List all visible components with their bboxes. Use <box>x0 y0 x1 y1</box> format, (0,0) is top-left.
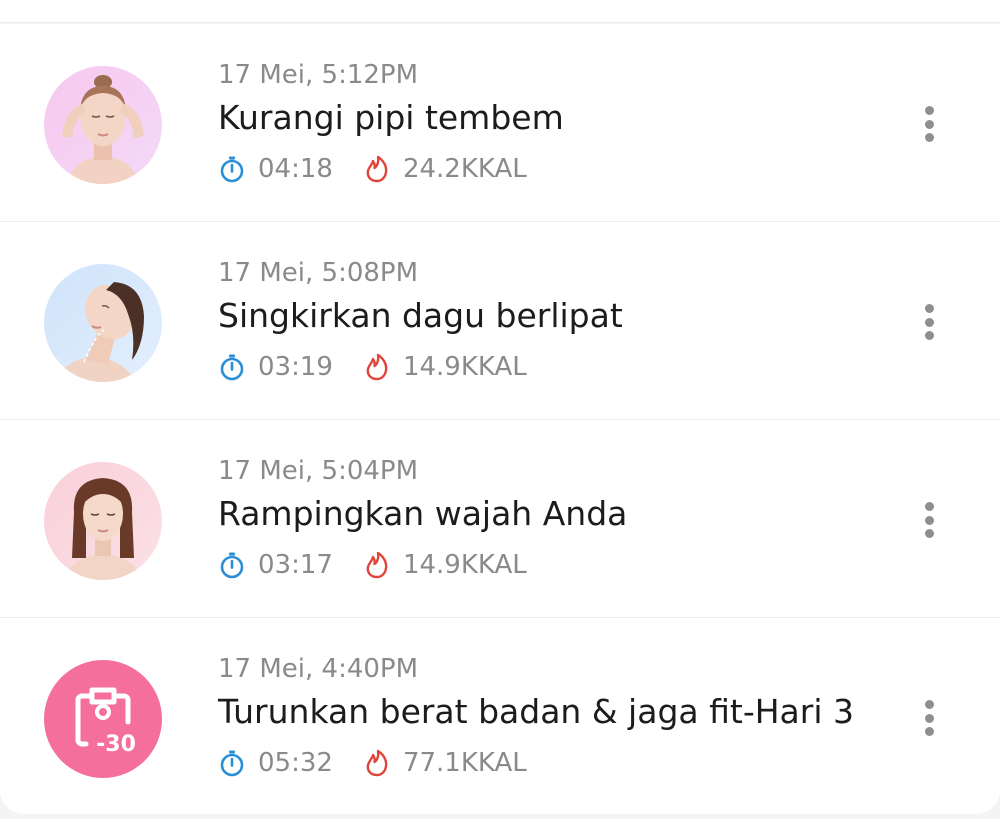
more-options-button[interactable] <box>914 500 944 540</box>
dot <box>924 119 934 129</box>
duration-stat: 04:18 <box>218 154 333 184</box>
flame-icon <box>363 551 391 579</box>
duration-value: 04:18 <box>258 154 333 184</box>
history-screen: 17 Mei, 5:12PM Kurangi pipi tembem 04:18… <box>0 0 1000 819</box>
duration-value: 05:32 <box>258 748 333 778</box>
item-date: 17 Mei, 5:04PM <box>218 456 419 486</box>
previous-item-edge <box>0 0 1000 23</box>
history-item[interactable]: 17 Mei, 5:08PM Singkirkan dagu berlipat … <box>0 222 1000 420</box>
calories-value: 77.1KKAL <box>402 748 527 778</box>
history-item[interactable]: -30 17 Mei, 4:40PM Turunkan berat badan … <box>0 618 1000 814</box>
stopwatch-icon <box>218 353 246 381</box>
item-date: 17 Mei, 5:12PM <box>218 60 419 90</box>
chin-lift-thumbnail <box>44 264 162 382</box>
calories-stat: 14.9KKAL <box>363 550 527 580</box>
face-slim-thumbnail <box>44 462 162 580</box>
dot <box>924 317 934 327</box>
item-title: Singkirkan dagu berlipat <box>218 296 623 335</box>
dot <box>924 331 934 340</box>
dot <box>924 727 934 736</box>
stopwatch-icon <box>218 551 246 579</box>
workout-history-list: 17 Mei, 5:12PM Kurangi pipi tembem 04:18… <box>0 24 1000 814</box>
flame-icon <box>363 749 391 777</box>
stopwatch-icon <box>218 749 246 777</box>
more-options-button[interactable] <box>914 302 944 342</box>
calories-value: 14.9KKAL <box>402 550 527 580</box>
duration-stat: 03:17 <box>218 550 333 580</box>
face-massage-thumbnail <box>44 66 162 184</box>
item-stats: 03:17 14.9KKAL <box>218 548 880 582</box>
item-title: Kurangi pipi tembem <box>218 98 564 137</box>
history-item[interactable]: 17 Mei, 5:12PM Kurangi pipi tembem 04:18… <box>0 24 1000 222</box>
badge-label: -30 <box>96 732 136 757</box>
clipboard-30-icon: -30 <box>44 660 162 778</box>
dot <box>924 304 934 313</box>
calories-stat: 77.1KKAL <box>363 748 527 778</box>
item-date: 17 Mei, 5:08PM <box>218 258 419 288</box>
calories-value: 24.2KKAL <box>402 154 527 184</box>
calories-stat: 14.9KKAL <box>363 352 527 382</box>
item-stats: 03:19 14.9KKAL <box>218 350 880 384</box>
calories-stat: 24.2KKAL <box>363 154 527 184</box>
stopwatch-icon <box>218 155 246 183</box>
item-stats: 04:18 24.2KKAL <box>218 152 880 186</box>
duration-value: 03:19 <box>258 352 333 382</box>
duration-value: 03:17 <box>258 550 333 580</box>
dot <box>924 106 934 115</box>
duration-stat: 03:19 <box>218 352 333 382</box>
item-title: Turunkan berat badan & jaga fit-Hari 3 <box>218 692 854 731</box>
dot <box>924 713 934 723</box>
item-date: 17 Mei, 4:40PM <box>218 654 419 684</box>
dot <box>924 515 934 525</box>
history-item[interactable]: 17 Mei, 5:04PM Rampingkan wajah Anda 03:… <box>0 420 1000 618</box>
flame-icon <box>363 353 391 381</box>
item-stats: 05:32 77.1KKAL <box>218 746 880 780</box>
more-options-button[interactable] <box>914 698 944 738</box>
dot <box>924 502 934 511</box>
dot <box>924 529 934 538</box>
dot <box>924 133 934 142</box>
duration-stat: 05:32 <box>218 748 333 778</box>
flame-icon <box>363 155 391 183</box>
item-title: Rampingkan wajah Anda <box>218 494 628 533</box>
dot <box>924 700 934 709</box>
calories-value: 14.9KKAL <box>402 352 527 382</box>
more-options-button[interactable] <box>914 104 944 144</box>
